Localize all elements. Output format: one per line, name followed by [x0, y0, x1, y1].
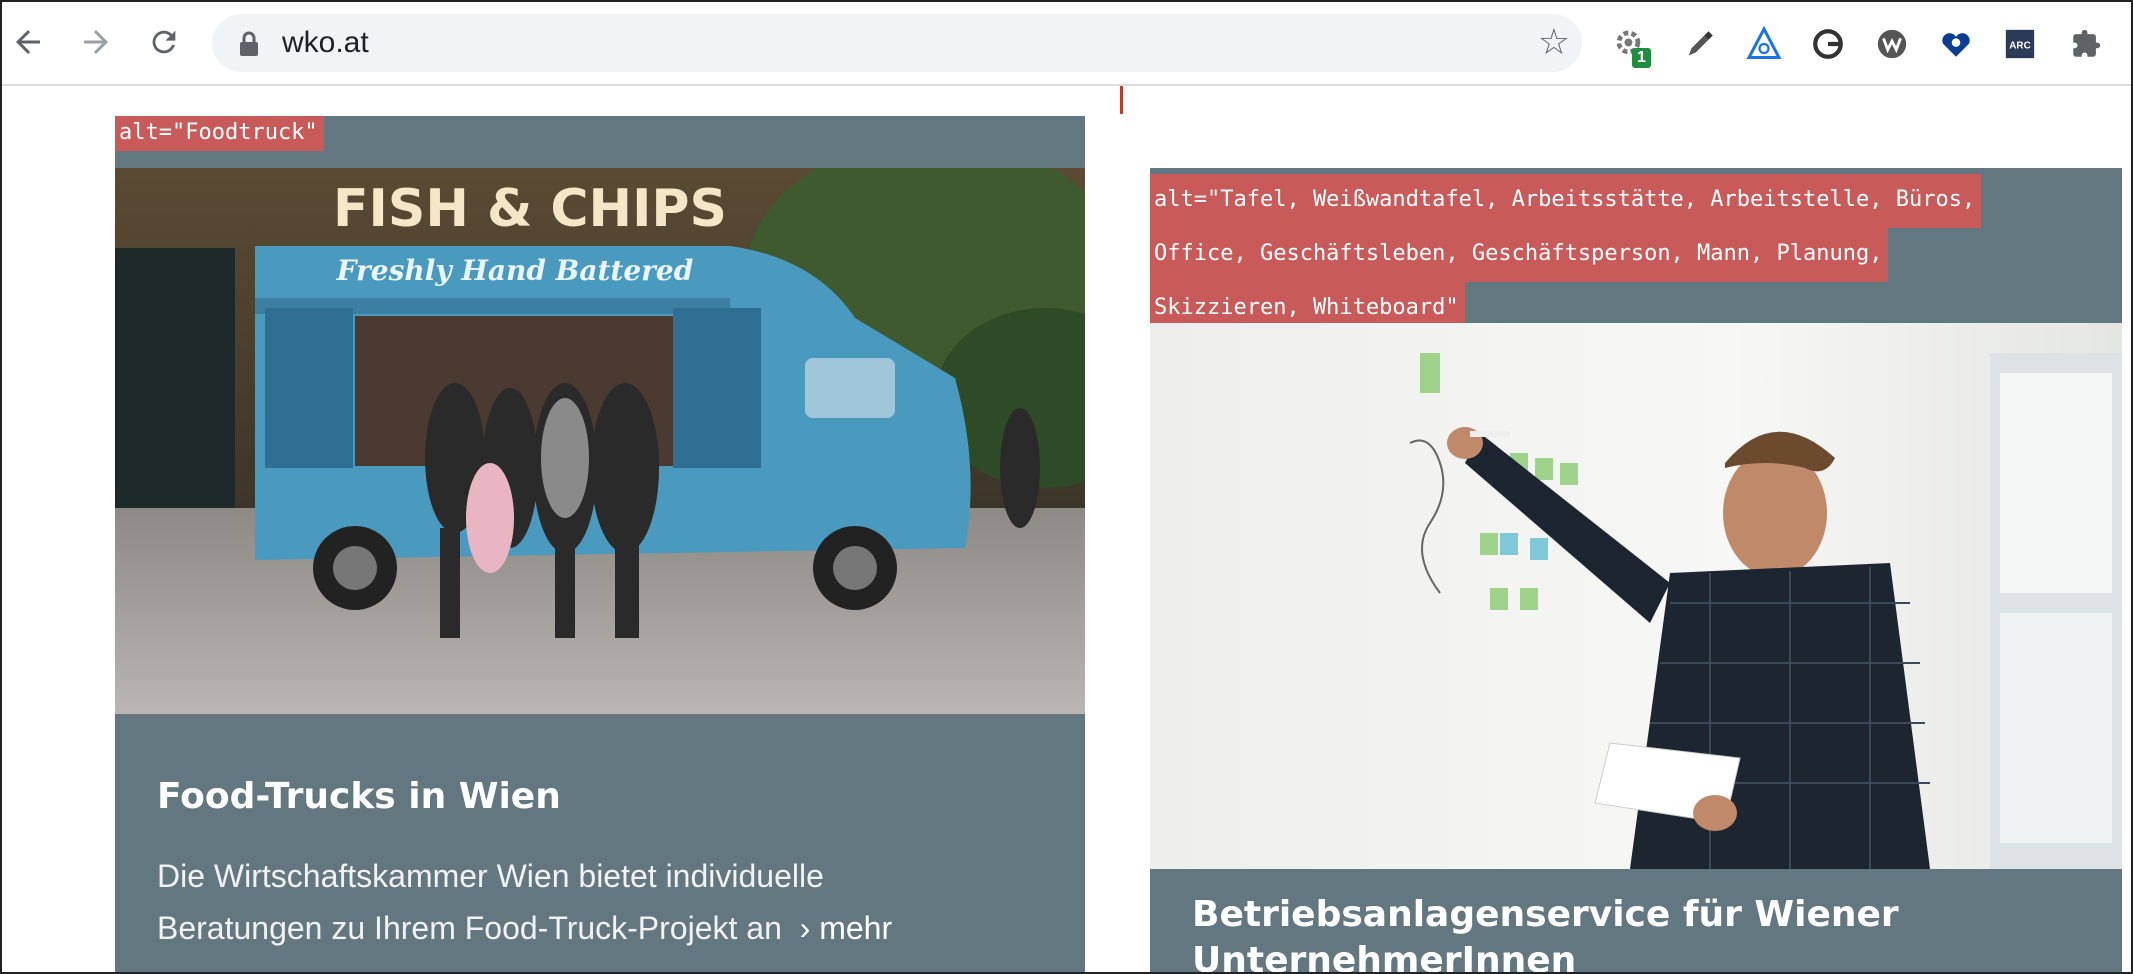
back-arrow-icon[interactable] — [6, 20, 50, 64]
accessibility-triangle-icon[interactable] — [1744, 24, 1784, 64]
card-description-line: Beratungen zu Ihrem Food-Truck-Projekt a… — [157, 910, 893, 946]
page-content: alt="Foodtruck" FISH & CHIPS Freshly Han… — [2, 86, 2131, 972]
puzzle-extensions-icon[interactable] — [2066, 24, 2106, 64]
arc-icon[interactable]: ARC — [2000, 24, 2040, 64]
food-truck-sign: FISH & CHIPS — [333, 179, 727, 239]
browser-window: wko.at ☆ 1 ARC alt="Foodtruck" FISH & CH… — [0, 0, 2133, 974]
card-description: Die Wirtschaftskammer Wien bietet indivi… — [157, 850, 1057, 954]
extension-badge: 1 — [1632, 48, 1651, 68]
chevron-right-icon: › — [799, 910, 811, 946]
whiteboard-image[interactable] — [1150, 323, 2122, 869]
card-food-trucks[interactable]: alt="Foodtruck" FISH & CHIPS Freshly Han… — [115, 116, 1085, 972]
eyedropper-icon[interactable] — [1680, 24, 1720, 64]
heart-magnifier-icon[interactable] — [1936, 24, 1976, 64]
reload-icon[interactable] — [142, 20, 186, 64]
lock-icon[interactable] — [238, 31, 260, 61]
food-truck-subsign: Freshly Hand Battered — [336, 254, 694, 287]
g-circle-icon[interactable] — [1808, 24, 1848, 64]
card-title-line[interactable]: UnternehmerInnen — [1192, 938, 2072, 972]
arc-icon-label: ARC — [2009, 40, 2030, 51]
card-title[interactable]: Betriebsanlagenservice für Wiener Untern… — [1192, 892, 2072, 972]
alt-text-line: Office, Geschäftsleben, Geschäftsperson,… — [1150, 228, 1889, 282]
wappalyzer-icon[interactable] — [1872, 24, 1912, 64]
card-betriebsanlagenservice[interactable]: alt="Tafel, Weißwandtafel, Arbeitsstätte… — [1150, 168, 2122, 972]
card-title[interactable]: Food-Trucks in Wien — [157, 776, 561, 817]
card-description-line: Die Wirtschaftskammer Wien bietet indivi… — [157, 858, 824, 894]
address-bar[interactable]: wko.at ☆ — [212, 14, 1582, 72]
browser-toolbar: wko.at ☆ 1 ARC — [2, 2, 2131, 86]
text-cursor-mark — [1120, 86, 1123, 114]
alt-text-line: alt="Tafel, Weißwandtafel, Arbeitsstätte… — [1150, 174, 1982, 228]
alt-text-label: alt="Tafel, Weißwandtafel, Arbeitsstätte… — [1150, 168, 2122, 336]
settings-gear-extension-icon[interactable]: 1 — [1610, 24, 1651, 68]
alt-text-line: alt="Foodtruck" — [115, 116, 324, 151]
more-link[interactable]: › mehr — [800, 910, 892, 946]
url-text[interactable]: wko.at — [282, 26, 369, 60]
alt-text-label: alt="Foodtruck" — [115, 116, 1085, 151]
forward-arrow-icon[interactable] — [74, 20, 118, 64]
food-truck-image[interactable]: FISH & CHIPS Freshly Hand Battered — [115, 168, 1085, 714]
bookmark-star-icon[interactable]: ☆ — [1538, 22, 1570, 63]
card-title-line[interactable]: Betriebsanlagenservice für Wiener — [1192, 892, 2072, 938]
